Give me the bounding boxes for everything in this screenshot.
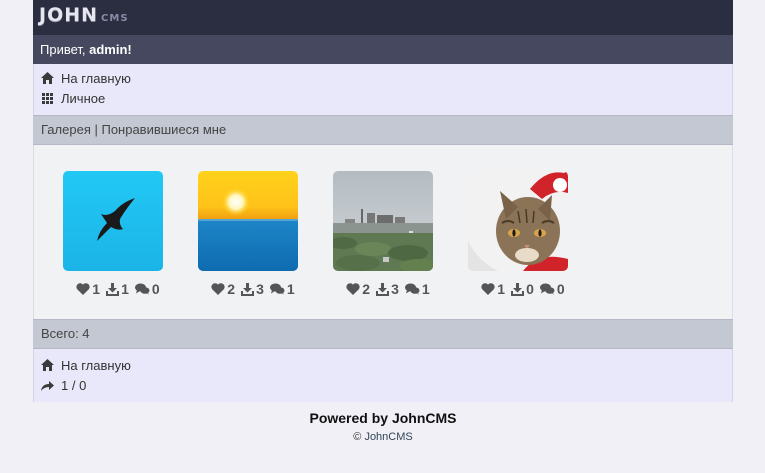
menu-item-label: На главную (61, 70, 131, 86)
menu-item-shares[interactable]: 1 / 0 (41, 375, 732, 395)
breadcrumb-section[interactable]: Галерея (41, 122, 91, 137)
heart-icon (211, 283, 225, 295)
photo-card: 1 0 0 (468, 171, 568, 297)
photo-stats: 1 0 0 (468, 281, 578, 297)
photo-thumbnail-cat[interactable] (468, 171, 568, 271)
menu-item-personal[interactable]: Личное (41, 88, 732, 108)
heart-icon (481, 283, 495, 295)
comments-stat: 0 (134, 281, 160, 297)
menu-item-home[interactable]: На главную (41, 68, 732, 88)
comments-stat: 1 (404, 281, 430, 297)
downloads-count: 1 (121, 281, 129, 297)
photo-stats: 2 3 1 (333, 281, 443, 297)
photo-card: 2 3 1 (333, 171, 433, 297)
footer: Powered by JohnCMS © JohnCMS (33, 410, 733, 443)
download-icon (241, 282, 255, 296)
comments-stat: 1 (269, 281, 295, 297)
bottom-menu: На главную 1 / 0 (33, 349, 733, 402)
total-count: Всего: 4 (41, 326, 90, 341)
downloads-count: 0 (526, 281, 534, 297)
logo-sub: CMS (101, 13, 129, 24)
likes-stat: 1 (481, 281, 505, 297)
home-icon (41, 72, 54, 85)
photo-thumbnail-city[interactable] (333, 171, 433, 271)
photo-card: 2 3 1 (198, 171, 298, 297)
download-icon (511, 282, 525, 296)
photo-stats: 2 3 1 (198, 281, 308, 297)
copyright-symbol: © (353, 431, 365, 443)
photo-gallery: 1 1 0 2 3 1 2 3 1 1 0 0 (33, 145, 733, 319)
breadcrumb: Галерея | Понравившиеся мне (33, 115, 733, 145)
download-icon (106, 282, 120, 296)
menu-item-label: 1 / 0 (61, 377, 87, 393)
breadcrumb-separator: | (90, 122, 102, 137)
greeting-bar: Привет, admin! (33, 35, 733, 64)
grid-icon (41, 92, 54, 105)
logo-main: JOHN (39, 4, 99, 26)
likes-count: 2 (227, 281, 236, 297)
copyright: © JohnCMS (33, 431, 733, 443)
heart-icon (76, 283, 90, 295)
greeting-user: admin! (89, 42, 132, 57)
comments-icon (404, 283, 420, 295)
downloads-count: 3 (391, 281, 399, 297)
downloads-count: 3 (256, 281, 264, 297)
likes-stat: 1 (76, 281, 100, 297)
likes-count: 1 (92, 281, 101, 297)
downloads-stat: 1 (106, 281, 129, 297)
photo-thumbnail-bird[interactable] (63, 171, 163, 271)
photo-card: 1 1 0 (63, 171, 163, 297)
share-icon (41, 379, 54, 392)
home-icon (41, 359, 54, 372)
likes-count: 1 (497, 281, 506, 297)
comments-count: 1 (286, 281, 295, 297)
powered-by: Powered by JohnCMS (309, 410, 457, 426)
header: JOHN CMS (33, 0, 733, 35)
downloads-stat: 3 (376, 281, 399, 297)
downloads-stat: 3 (241, 281, 264, 297)
greeting-prefix: Привет, (40, 42, 90, 57)
likes-count: 2 (362, 281, 371, 297)
comments-count: 1 (421, 281, 430, 297)
comments-icon (269, 283, 285, 295)
menu-item-home[interactable]: На главную (41, 355, 732, 375)
comments-count: 0 (556, 281, 565, 297)
likes-stat: 2 (346, 281, 370, 297)
photo-thumbnail-sunset[interactable] (198, 171, 298, 271)
page: JOHN CMS Привет, admin! На главную Лично… (33, 0, 733, 443)
photo-stats: 1 1 0 (63, 281, 173, 297)
logo[interactable]: JOHN CMS (39, 6, 129, 25)
top-menu: На главную Личное (33, 64, 733, 115)
downloads-stat: 0 (511, 281, 534, 297)
heart-icon (346, 283, 360, 295)
menu-item-label: Личное (61, 90, 106, 106)
comments-icon (539, 283, 555, 295)
comments-stat: 0 (539, 281, 565, 297)
menu-item-label: На главную (61, 357, 131, 373)
likes-stat: 2 (211, 281, 235, 297)
copyright-link[interactable]: JohnCMS (364, 431, 412, 443)
total-bar: Всего: 4 (33, 319, 733, 349)
comments-count: 0 (151, 281, 160, 297)
breadcrumb-page: Понравившиеся мне (101, 122, 227, 137)
comments-icon (134, 283, 150, 295)
download-icon (376, 282, 390, 296)
